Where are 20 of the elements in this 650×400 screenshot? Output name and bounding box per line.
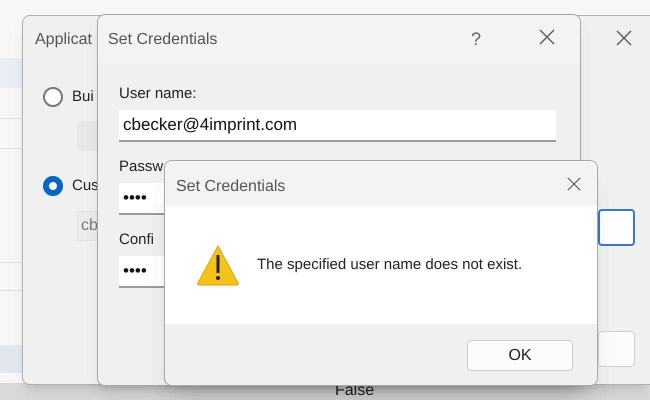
- message-text: The specified user name does not exist.: [257, 254, 522, 275]
- input-field[interactable]: cbecker@4imprint.com: [119, 110, 556, 142]
- field-label: Confi: [119, 230, 154, 250]
- input-field[interactable]: ••••: [119, 256, 165, 288]
- close-icon[interactable]: [567, 177, 581, 191]
- warning-icon: [196, 244, 240, 286]
- radio-label: Bui: [72, 87, 94, 107]
- field-label: User name:: [119, 84, 197, 104]
- input-field[interactable]: ••••: [119, 183, 165, 215]
- window-title: Set Credentials: [108, 30, 218, 50]
- radio-button[interactable]: [43, 176, 63, 196]
- close-icon[interactable]: [539, 29, 555, 45]
- close-icon[interactable]: [616, 30, 632, 46]
- window-title: Applicat: [35, 30, 92, 50]
- ok-button[interactable]: OK: [467, 340, 573, 371]
- input-field[interactable]: [598, 209, 635, 246]
- field-label: Passw: [119, 157, 164, 177]
- help-button[interactable]: ?: [471, 26, 482, 53]
- window-title: Set Credentials: [176, 177, 286, 197]
- radio-button[interactable]: [43, 87, 63, 108]
